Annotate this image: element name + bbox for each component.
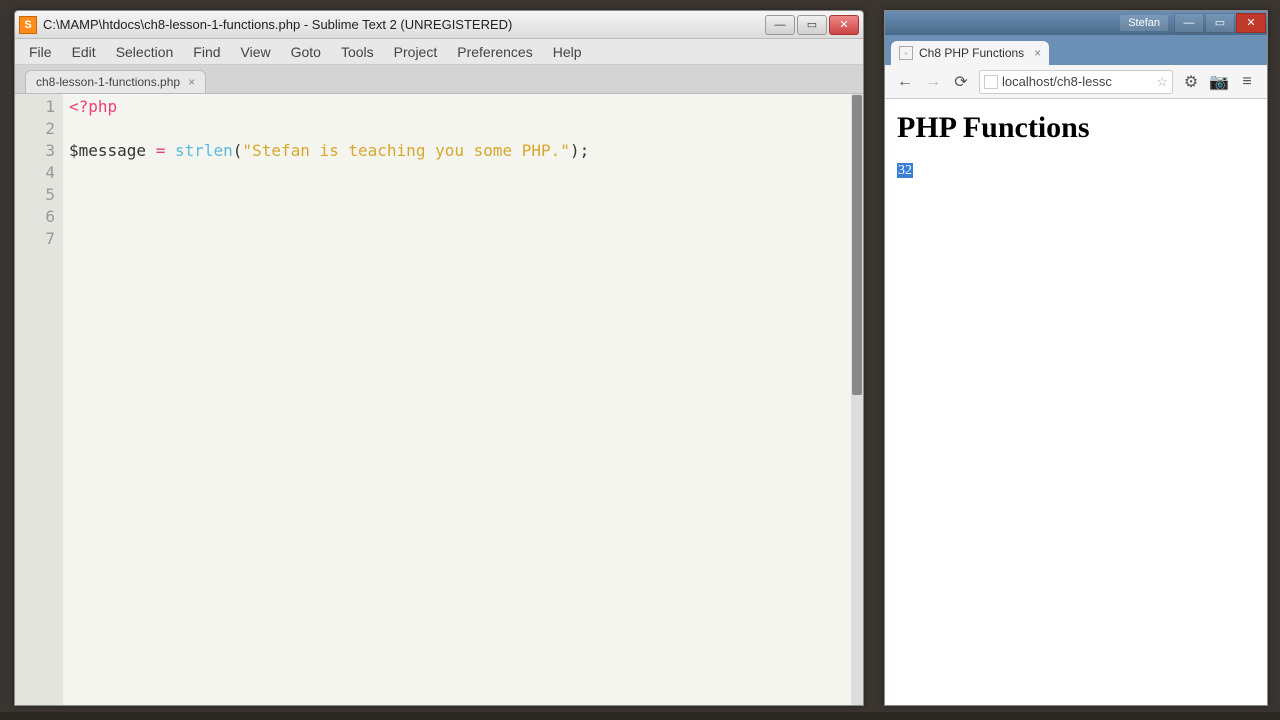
menu-goto[interactable]: Goto (281, 41, 331, 63)
sublime-tabbar: ch8-lesson-1-functions.php × (15, 65, 863, 93)
menu-view[interactable]: View (231, 41, 281, 63)
menu-preferences[interactable]: Preferences (447, 41, 542, 63)
code-line[interactable]: $message = strlen("Stefan is teaching yo… (69, 140, 851, 162)
page-heading: PHP Functions (897, 111, 1255, 145)
line-number: 4 (17, 162, 55, 184)
line-number: 6 (17, 206, 55, 228)
menu-help[interactable]: Help (543, 41, 592, 63)
code-line[interactable] (69, 118, 851, 140)
bookmark-star-icon[interactable]: ☆ (1156, 74, 1168, 90)
chrome-tab-title: Ch8 PHP Functions (919, 46, 1024, 60)
chrome-minimize-button[interactable]: — (1174, 13, 1204, 33)
windows-taskbar[interactable] (0, 712, 1280, 720)
scroll-thumb[interactable] (852, 95, 862, 395)
editor-area: 1234567 <?php $message = strlen("Stefan i… (15, 93, 863, 705)
line-number: 5 (17, 184, 55, 206)
chrome-tabstrip: ▫ Ch8 PHP Functions × (885, 35, 1267, 65)
maximize-button[interactable]: ▭ (797, 15, 827, 35)
line-number: 3 (17, 140, 55, 162)
code-line[interactable]: <?php (69, 96, 851, 118)
page-icon (984, 75, 998, 89)
chrome-close-button[interactable]: ✕ (1236, 13, 1266, 33)
code-editor[interactable]: <?php $message = strlen("Stefan is teachi… (63, 94, 851, 705)
sublime-menubar: File Edit Selection Find View Goto Tools… (15, 39, 863, 65)
vertical-scrollbar[interactable] (851, 94, 863, 705)
chrome-tab[interactable]: ▫ Ch8 PHP Functions × (891, 41, 1049, 65)
menu-project[interactable]: Project (384, 41, 448, 63)
sublime-window-title: C:\MAMP\htdocs\ch8-lesson-1-functions.ph… (43, 17, 763, 32)
menu-find[interactable]: Find (183, 41, 230, 63)
close-button[interactable]: ✕ (829, 15, 859, 35)
menu-tools[interactable]: Tools (331, 41, 384, 63)
sublime-titlebar[interactable]: S C:\MAMP\htdocs\ch8-lesson-1-functions.… (15, 11, 863, 39)
sublime-window: S C:\MAMP\htdocs\ch8-lesson-1-functions.… (14, 10, 864, 706)
line-number: 7 (17, 228, 55, 250)
reload-button[interactable]: ⟳ (949, 70, 973, 94)
menu-file[interactable]: File (19, 41, 62, 63)
code-line[interactable] (69, 206, 851, 228)
menu-edit[interactable]: Edit (62, 41, 106, 63)
line-number: 2 (17, 118, 55, 140)
code-line[interactable] (69, 184, 851, 206)
back-button[interactable]: ← (893, 70, 917, 94)
chrome-maximize-button[interactable]: ▭ (1205, 13, 1235, 33)
php-output-value: 32 (897, 163, 913, 178)
hamburger-menu-icon[interactable]: ≡ (1235, 70, 1259, 94)
file-tab-close-icon[interactable]: × (188, 75, 195, 89)
line-number-gutter: 1234567 (15, 94, 63, 705)
address-bar[interactable]: localhost/ch8-lessc ☆ (979, 70, 1173, 94)
line-number: 1 (17, 96, 55, 118)
menu-selection[interactable]: Selection (106, 41, 184, 63)
url-text: localhost/ch8-lessc (1002, 74, 1152, 89)
page-content: PHP Functions 32 (885, 99, 1267, 191)
chrome-window: Stefan — ▭ ✕ ▫ Ch8 PHP Functions × ← → ⟳… (884, 10, 1268, 706)
forward-button[interactable]: → (921, 70, 945, 94)
chrome-toolbar: ← → ⟳ localhost/ch8-lessc ☆ ⚙ 📷 ≡ (885, 65, 1267, 99)
settings-gear-icon[interactable]: ⚙ (1179, 70, 1203, 94)
camera-icon[interactable]: 📷 (1207, 70, 1231, 94)
sublime-app-icon: S (19, 16, 37, 34)
chrome-user-badge[interactable]: Stefan (1120, 15, 1168, 31)
file-tab[interactable]: ch8-lesson-1-functions.php × (25, 70, 206, 93)
chrome-tab-close-icon[interactable]: × (1034, 46, 1041, 60)
file-tab-label: ch8-lesson-1-functions.php (36, 75, 180, 89)
chrome-titlebar[interactable]: Stefan — ▭ ✕ (885, 11, 1267, 35)
minimize-button[interactable]: — (765, 15, 795, 35)
code-line[interactable] (69, 162, 851, 184)
page-favicon-icon: ▫ (899, 46, 913, 60)
